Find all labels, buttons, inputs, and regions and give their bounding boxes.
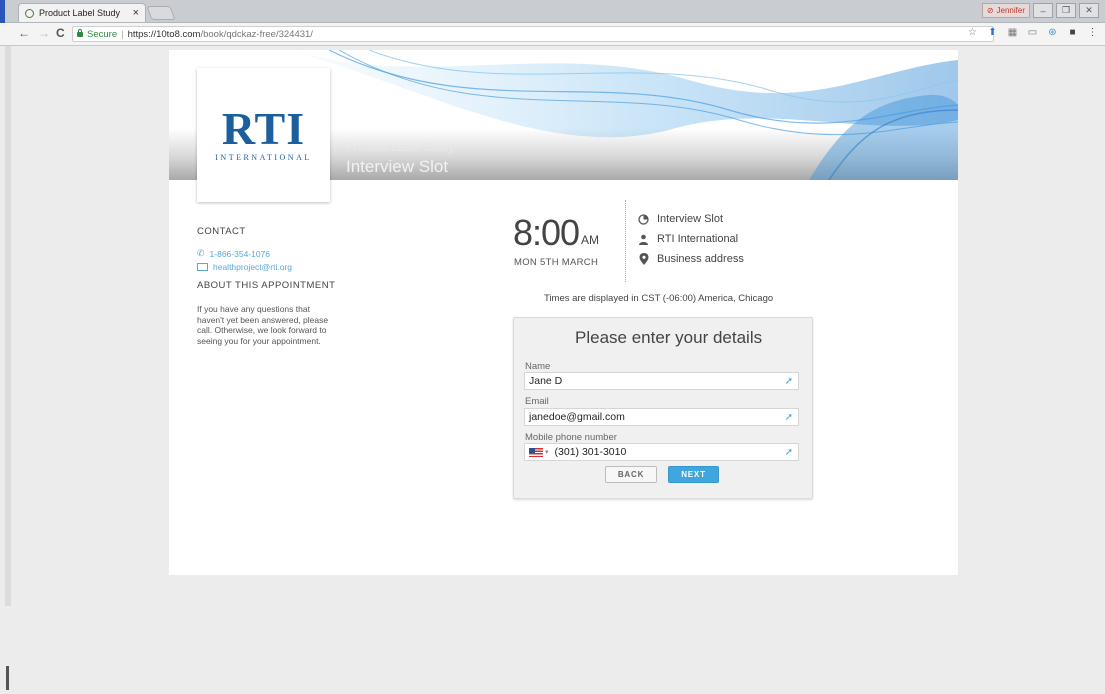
location-row: Business address bbox=[637, 253, 744, 265]
shield-icon[interactable]: ⬆ bbox=[986, 27, 999, 38]
form-title: Please enter your details bbox=[575, 328, 763, 347]
contact-phone[interactable]: ✆ 1-866-354-1076 bbox=[197, 248, 270, 259]
location-pin-icon bbox=[637, 253, 650, 265]
maximize-button[interactable]: ❐ bbox=[1056, 3, 1076, 18]
phone-icon: ✆ bbox=[197, 248, 205, 258]
service-row: Interview Slot bbox=[637, 213, 723, 225]
email-value: janedoe@gmail.com bbox=[529, 411, 625, 423]
appointment-date: MON 5TH MARCH bbox=[514, 257, 599, 268]
provider-row: RTI International bbox=[637, 233, 738, 245]
back-arrow-icon[interactable]: ← bbox=[18, 26, 30, 40]
about-text: If you have any questions that haven't y… bbox=[197, 304, 329, 346]
banner-title: Interview Slot bbox=[346, 157, 449, 176]
cast-icon[interactable]: ▭ bbox=[1026, 27, 1039, 38]
clock-icon bbox=[637, 213, 650, 225]
name-field[interactable]: Jane D ➚ bbox=[524, 372, 799, 390]
contact-heading: CONTACT bbox=[197, 226, 246, 237]
autofill-icon[interactable]: ➚ bbox=[785, 447, 793, 458]
profile-button[interactable]: ⊘ Jennifer bbox=[981, 3, 1030, 18]
taskbar-edge bbox=[6, 666, 9, 690]
browser-toolbar: ← → C Secure | https://10to8.com/book/qd… bbox=[0, 23, 1105, 46]
name-label: Name bbox=[525, 361, 551, 372]
provider-name: RTI International bbox=[657, 233, 739, 245]
reload-icon[interactable]: C bbox=[56, 26, 65, 40]
left-gutter bbox=[5, 46, 11, 606]
email-label: Email bbox=[525, 396, 549, 407]
phone-link[interactable]: 1-866-354-1076 bbox=[210, 249, 271, 259]
grid-icon[interactable]: ▦ bbox=[1006, 27, 1019, 38]
back-button[interactable]: BACK bbox=[605, 466, 657, 483]
extension-icons: ☆ ⬆ ▦ ▭ ⊛ ■ ⋮ bbox=[966, 27, 1099, 38]
logo-subtext: INTERNATIONAL bbox=[215, 152, 312, 162]
new-tab-button[interactable] bbox=[146, 6, 176, 20]
profile-label: Jennifer bbox=[996, 6, 1025, 15]
logo-text: RTI bbox=[221, 102, 306, 154]
address-bar[interactable]: Secure | https://10to8.com/book/qdckaz-f… bbox=[72, 26, 994, 42]
appointment-time: 8:00 bbox=[513, 212, 580, 253]
next-button[interactable]: NEXT bbox=[668, 466, 719, 483]
phone-field[interactable]: ▾ (301) 301-3010 ➚ bbox=[524, 443, 799, 461]
secure-label: Secure bbox=[87, 28, 118, 40]
url-host: https://10to8.com bbox=[127, 28, 201, 40]
person-icon bbox=[637, 234, 650, 245]
close-tab-icon[interactable]: × bbox=[133, 7, 139, 19]
url-path: /book/qdckaz-free/324431/ bbox=[200, 28, 313, 40]
browser-tab[interactable]: Product Label Study × bbox=[18, 3, 146, 22]
banner-subtitle: Product Label Study bbox=[346, 140, 455, 154]
name-value: Jane D bbox=[529, 375, 563, 387]
url-text: https://10to8.com/book/qdckaz-free/32443… bbox=[128, 29, 313, 40]
us-flag-icon[interactable] bbox=[529, 447, 543, 457]
autofill-icon[interactable]: ➚ bbox=[785, 376, 793, 387]
forward-arrow-icon[interactable]: → bbox=[38, 26, 50, 40]
appointment-ampm: AM bbox=[581, 233, 599, 247]
lock-icon bbox=[77, 28, 83, 37]
country-dropdown-icon[interactable]: ▾ bbox=[545, 448, 549, 456]
profile-icon: ⊘ bbox=[986, 6, 994, 15]
settings-icon[interactable]: ⊛ bbox=[1046, 27, 1059, 38]
menu-icon[interactable]: ⋮ bbox=[1086, 27, 1099, 38]
service-name: Interview Slot bbox=[657, 213, 724, 225]
minimize-button[interactable]: – bbox=[1033, 3, 1053, 18]
close-window-button[interactable]: ✕ bbox=[1079, 3, 1099, 18]
logo-mark: RTI bbox=[221, 102, 306, 154]
mail-icon bbox=[197, 263, 208, 271]
phone-value: (301) 301-3010 bbox=[554, 446, 627, 458]
contact-email[interactable]: healthproject@rti.org bbox=[197, 262, 292, 272]
email-field[interactable]: janedoe@gmail.com ➚ bbox=[524, 408, 799, 426]
window-controls: ⊘ Jennifer – ❐ ✕ bbox=[981, 3, 1099, 18]
box-icon[interactable]: ■ bbox=[1066, 27, 1079, 38]
star-icon[interactable]: ☆ bbox=[966, 27, 979, 38]
address-separator: | bbox=[121, 28, 124, 40]
timezone-note: Times are displayed in CST (-06:00) Amer… bbox=[544, 293, 774, 304]
loading-icon bbox=[25, 8, 34, 18]
autofill-icon[interactable]: ➚ bbox=[785, 412, 793, 423]
browser-tab-bar: Product Label Study × ⊘ Jennifer – ❐ ✕ bbox=[0, 0, 1105, 23]
tab-title: Product Label Study bbox=[39, 8, 121, 18]
email-link[interactable]: healthproject@rti.org bbox=[213, 262, 292, 272]
phone-label: Mobile phone number bbox=[525, 432, 617, 443]
divider bbox=[625, 200, 626, 282]
company-logo: RTI INTERNATIONAL bbox=[197, 68, 330, 202]
about-heading: ABOUT THIS APPOINTMENT bbox=[197, 280, 336, 291]
location-name: Business address bbox=[657, 253, 744, 265]
